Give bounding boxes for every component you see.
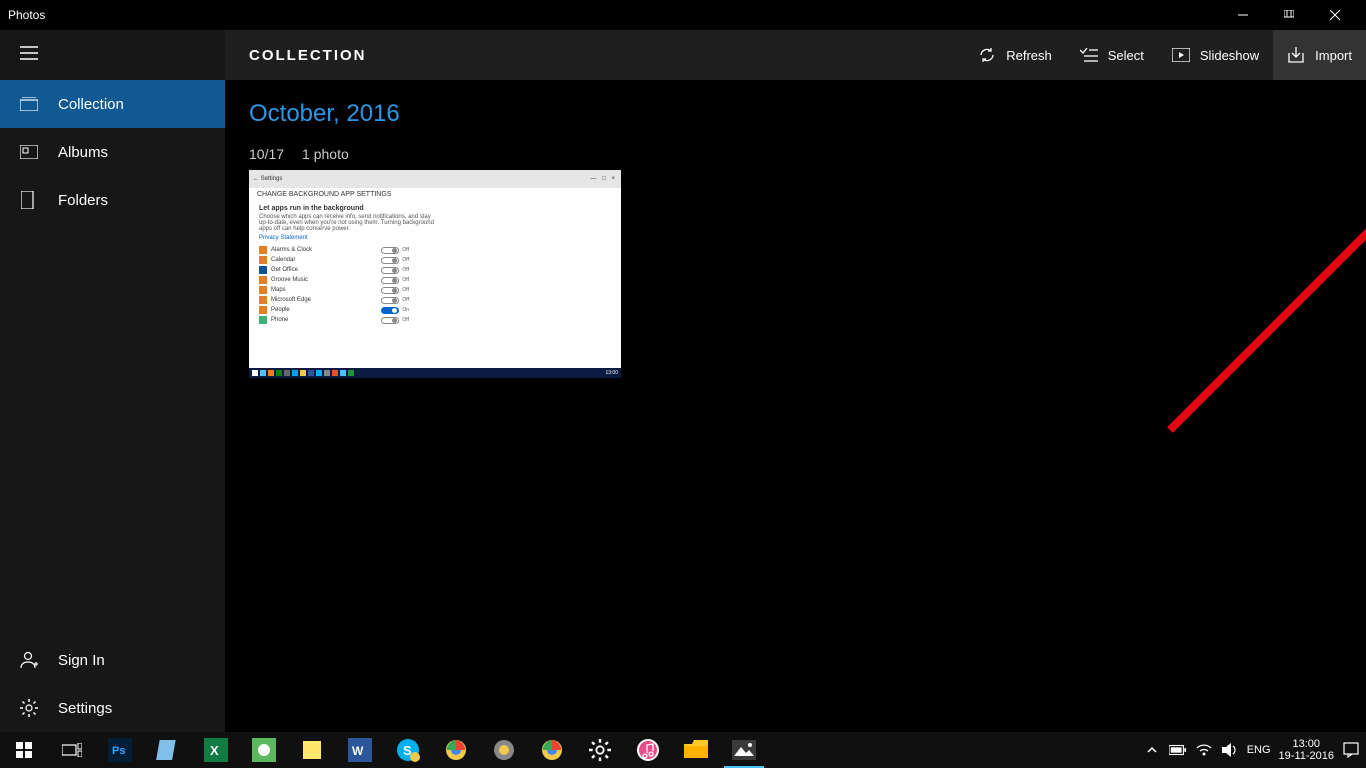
volume-icon[interactable] (1221, 741, 1239, 759)
thumb-subtitle: Let apps run in the background (259, 205, 611, 212)
taskbar-app-notepad[interactable] (144, 732, 192, 768)
import-button[interactable]: Import (1273, 30, 1366, 80)
sidebar: Collection Albums Folders Sign In (0, 30, 225, 732)
window-controls (1220, 0, 1358, 30)
thumb-privacy-link: Privacy Statement (259, 235, 611, 241)
hamburger-icon[interactable] (20, 44, 38, 67)
window-title: Photos (8, 8, 45, 22)
task-view-button[interactable] (48, 732, 96, 768)
refresh-icon (978, 46, 996, 64)
taskbar-app-excel[interactable]: X (192, 732, 240, 768)
taskbar-app-chrome2[interactable] (528, 732, 576, 768)
svg-text:Ps: Ps (112, 745, 125, 757)
thumb-header: CHANGE BACKGROUND APP SETTINGS (249, 188, 621, 201)
tray-chevron-up-icon[interactable] (1143, 741, 1161, 759)
taskbar-app-itunes[interactable] (624, 732, 672, 768)
date-label: 19-11-2016 (1279, 750, 1334, 762)
maximize-button[interactable] (1266, 0, 1312, 30)
slideshow-button[interactable]: Slideshow (1158, 30, 1273, 80)
svg-text:X: X (210, 743, 219, 758)
collection-icon (18, 97, 40, 111)
window-titlebar: Photos (0, 0, 1366, 30)
thumb-desc: apps off can help conserve power. (259, 226, 611, 232)
slideshow-label: Slideshow (1200, 48, 1259, 63)
sidebar-item-label: Albums (58, 144, 108, 161)
date-label: 10/17 (249, 146, 284, 162)
toolbar-title: COLLECTION (249, 47, 367, 64)
nav-bottom: Sign In Settings (0, 636, 225, 732)
battery-icon[interactable] (1169, 741, 1187, 759)
thumb-app-row: PhoneOff (259, 315, 409, 325)
import-icon (1287, 47, 1305, 63)
sidebar-item-label: Sign In (58, 652, 105, 669)
taskbar-app-photos[interactable] (720, 732, 768, 768)
thumbnail-grid: ← Settings— □ × CHANGE BACKGROUND APP SE… (249, 170, 1342, 378)
taskbar-app-sticky-notes[interactable] (288, 732, 336, 768)
refresh-label: Refresh (1006, 48, 1052, 63)
taskbar-app-camtasia[interactable] (240, 732, 288, 768)
person-icon (18, 651, 40, 669)
thumb-app-row: Alarms & ClockOff (259, 245, 409, 255)
thumb-taskbar: 13:00 (249, 368, 621, 378)
windows-taskbar: Ps X W S ENG 13:00 19-11-2016 (0, 732, 1366, 768)
sidebar-item-collection[interactable]: Collection (0, 80, 225, 128)
start-button[interactable] (0, 732, 48, 768)
sidebar-item-label: Folders (58, 192, 108, 209)
count-label: 1 photo (302, 146, 349, 162)
taskbar-app-skype[interactable]: S (384, 732, 432, 768)
taskbar-app-chrome[interactable] (432, 732, 480, 768)
toolbar: COLLECTION Refresh Select (225, 30, 1366, 80)
action-center-icon[interactable] (1342, 741, 1360, 759)
gear-icon (18, 699, 40, 717)
select-icon (1080, 48, 1098, 62)
content-area: COLLECTION Refresh Select (225, 30, 1366, 732)
import-label: Import (1315, 48, 1352, 63)
folders-icon (18, 191, 40, 209)
svg-text:W: W (352, 744, 364, 758)
photo-thumbnail[interactable]: ← Settings— □ × CHANGE BACKGROUND APP SE… (249, 170, 621, 378)
date-meta: 10/17 1 photo (249, 146, 1342, 162)
select-button[interactable]: Select (1066, 30, 1158, 80)
close-button[interactable] (1312, 0, 1358, 30)
thumb-app-row: Microsoft EdgeOff (259, 295, 409, 305)
thumb-app-row: MapsOff (259, 285, 409, 295)
sidebar-item-label: Collection (58, 96, 124, 113)
sidebar-item-signin[interactable]: Sign In (0, 636, 225, 684)
taskbar-app-word[interactable]: W (336, 732, 384, 768)
taskbar-app-chrome-canary[interactable] (480, 732, 528, 768)
language-indicator[interactable]: ENG (1247, 744, 1271, 756)
thumb-app-row: PeopleOn (259, 305, 409, 315)
sidebar-item-folders[interactable]: Folders (0, 176, 225, 224)
thumb-app-row: Groove MusicOff (259, 275, 409, 285)
thumb-app-row: CalendarOff (259, 255, 409, 265)
taskbar-app-settings[interactable] (576, 732, 624, 768)
sidebar-item-albums[interactable]: Albums (0, 128, 225, 176)
minimize-button[interactable] (1220, 0, 1266, 30)
collection-body: October, 2016 10/17 1 photo ← Settings— … (225, 80, 1366, 398)
month-header[interactable]: October, 2016 (249, 100, 1342, 128)
slideshow-icon (1172, 48, 1190, 62)
clock[interactable]: 13:00 19-11-2016 (1279, 738, 1334, 762)
system-tray: ENG 13:00 19-11-2016 (1143, 732, 1366, 768)
taskbar-app-photoshop[interactable]: Ps (96, 732, 144, 768)
albums-icon (18, 145, 40, 159)
thumb-window-title: ← Settings (253, 176, 282, 182)
sidebar-item-settings[interactable]: Settings (0, 684, 225, 732)
taskbar-app-explorer[interactable] (672, 732, 720, 768)
wifi-icon[interactable] (1195, 741, 1213, 759)
toolbar-actions: Refresh Select Slideshow (964, 30, 1366, 80)
sidebar-item-label: Settings (58, 700, 112, 717)
time-label: 13:00 (1279, 738, 1334, 750)
nav-list: Collection Albums Folders (0, 80, 225, 636)
refresh-button[interactable]: Refresh (964, 30, 1066, 80)
select-label: Select (1108, 48, 1144, 63)
thumb-app-row: Get OfficeOff (259, 265, 409, 275)
